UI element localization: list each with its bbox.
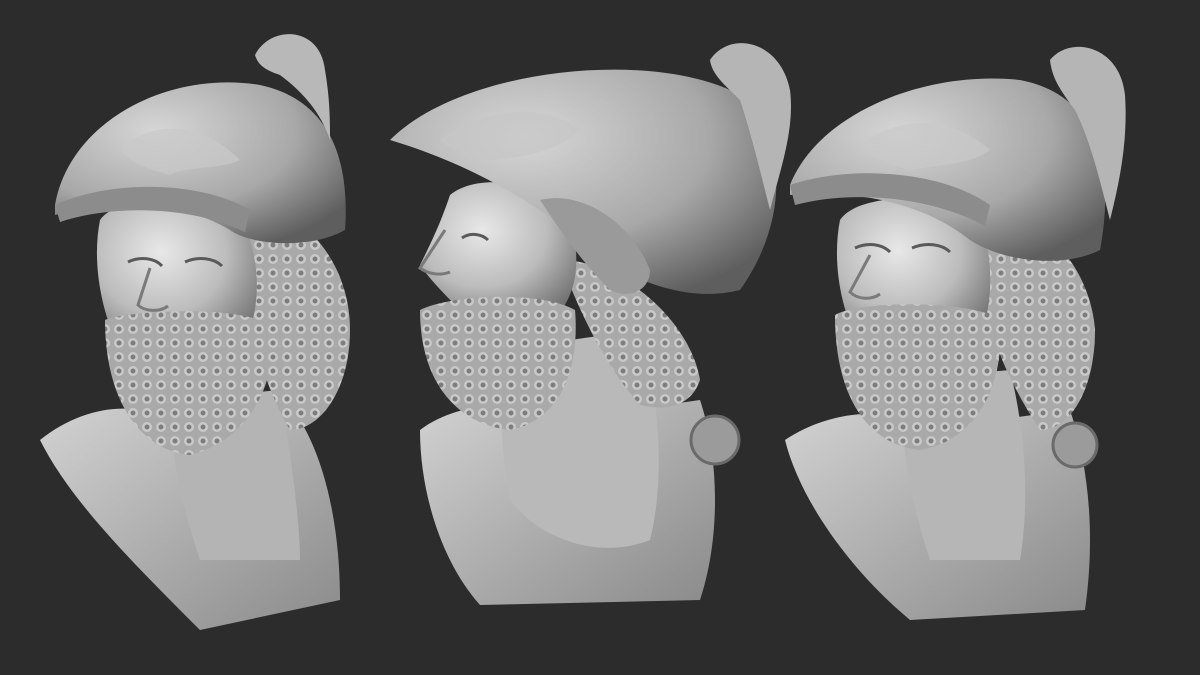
shoulder-clasp (1051, 421, 1099, 469)
viewport (0, 0, 1200, 675)
bust-three-quarter-left (40, 34, 350, 630)
shoulder-clasp (689, 414, 741, 466)
bust-profile-left (390, 43, 791, 605)
render-canvas (40, 34, 1126, 630)
bust-three-quarter-left-alt (785, 46, 1126, 620)
